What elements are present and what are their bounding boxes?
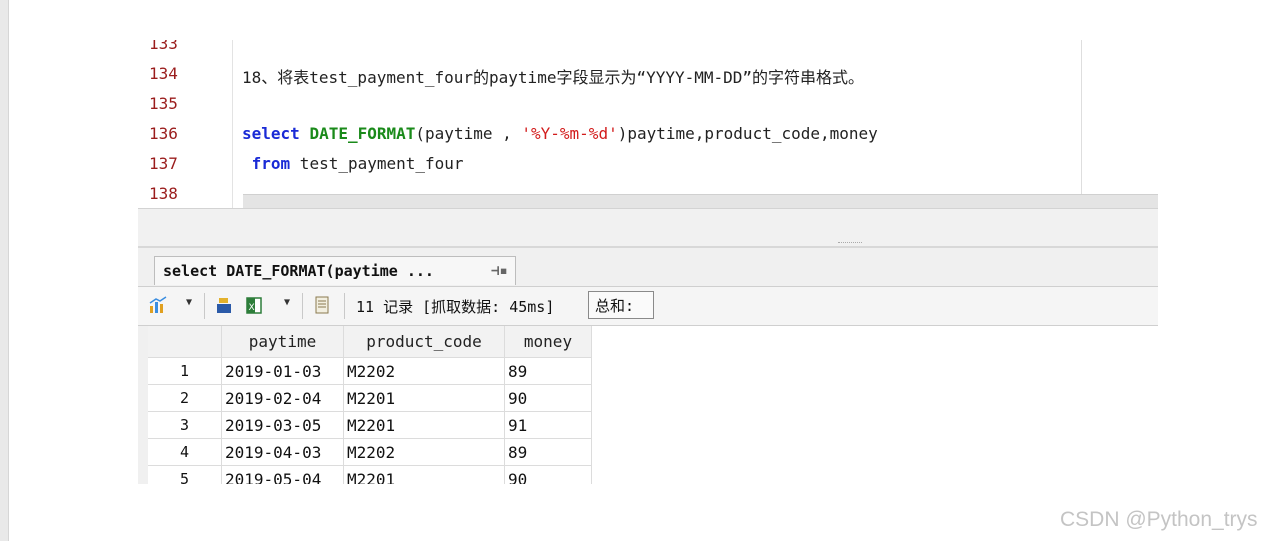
report-icon[interactable] bbox=[312, 295, 332, 315]
table-cell-paytime[interactable]: 2019-05-04 bbox=[222, 466, 344, 484]
column-header-money[interactable]: money bbox=[505, 326, 592, 358]
code-line[interactable]: from test_payment_four bbox=[242, 154, 464, 173]
result-tab[interactable]: select DATE_FORMAT(paytime ... ⊣▪ bbox=[154, 256, 516, 285]
excel-icon[interactable]: X bbox=[244, 295, 264, 315]
row-number[interactable]: 4 bbox=[148, 439, 222, 466]
table-cell-product_code[interactable]: M2202 bbox=[344, 358, 505, 385]
result-panel: select DATE_FORMAT(paytime ... ⊣▪ ▼ X ▼ … bbox=[138, 246, 1158, 484]
export-icon[interactable] bbox=[214, 295, 234, 315]
sql-keyword: select bbox=[242, 124, 300, 143]
row-number[interactable]: 2 bbox=[148, 385, 222, 412]
sum-field: 总和: bbox=[588, 291, 654, 319]
table-cell-money[interactable]: 90 bbox=[505, 466, 592, 484]
sql-keyword: from bbox=[251, 154, 291, 173]
chart-dropdown-icon[interactable]: ▼ bbox=[186, 297, 192, 308]
line-number: 135 bbox=[149, 94, 178, 113]
left-border bbox=[0, 0, 9, 541]
toolbar-separator bbox=[344, 293, 345, 319]
table-cell-money[interactable]: 90 bbox=[505, 385, 592, 412]
column-header-paytime[interactable]: paytime bbox=[222, 326, 344, 358]
pin-icon[interactable]: ⊣▪ bbox=[491, 257, 508, 285]
sql-string: '%Y-%m-%d' bbox=[521, 124, 618, 143]
row-number[interactable]: 1 bbox=[148, 358, 222, 385]
code-line[interactable]: 18、将表test_payment_four的paytime字段显示为“YYYY… bbox=[242, 64, 864, 88]
row-number-header[interactable] bbox=[148, 326, 222, 358]
export-dropdown-icon[interactable]: ▼ bbox=[284, 297, 290, 308]
table-cell-paytime[interactable]: 2019-01-03 bbox=[222, 358, 344, 385]
horizontal-scrollbar[interactable] bbox=[243, 194, 1158, 208]
table-cell-money[interactable]: 89 bbox=[505, 358, 592, 385]
table-cell-paytime[interactable]: 2019-02-04 bbox=[222, 385, 344, 412]
table-cell-money[interactable]: 91 bbox=[505, 412, 592, 439]
line-number: 137 bbox=[149, 154, 178, 173]
line-number: 133 bbox=[149, 40, 178, 53]
table-cell-paytime[interactable]: 2019-04-03 bbox=[222, 439, 344, 466]
code-text: test_payment_four bbox=[290, 154, 464, 173]
result-toolbar: ▼ X ▼ 11 记录 [抓取数据: 45ms] 总和: bbox=[138, 286, 1158, 326]
table-cell-product_code[interactable]: M2202 bbox=[344, 439, 505, 466]
table-cell-product_code[interactable]: M2201 bbox=[344, 385, 505, 412]
splitter[interactable] bbox=[138, 208, 1158, 247]
code-text: )paytime,product_code,money bbox=[617, 124, 878, 143]
table-cell-money[interactable]: 89 bbox=[505, 439, 592, 466]
table-cell-paytime[interactable]: 2019-03-05 bbox=[222, 412, 344, 439]
column-header-product_code[interactable]: product_code bbox=[344, 326, 505, 358]
sql-editor[interactable]: 133 134 135 136 137 138 18、将表test_payment_fou… bbox=[138, 40, 1158, 208]
result-grid[interactable]: paytime product_code money 1 2019-01-03 M2202… bbox=[148, 326, 1158, 484]
splitter-grip-icon[interactable] bbox=[838, 242, 862, 245]
line-number: 134 bbox=[149, 64, 178, 83]
line-number: 136 bbox=[149, 124, 178, 143]
code-text: (paytime , bbox=[415, 124, 522, 143]
table-cell-product_code[interactable]: M2201 bbox=[344, 412, 505, 439]
chart-icon[interactable] bbox=[148, 295, 168, 315]
watermark: CSDN @Python_trys bbox=[1060, 508, 1258, 531]
toolbar-separator bbox=[204, 293, 205, 319]
right-margin-line bbox=[1081, 40, 1082, 208]
line-number-gutter: 133 134 135 136 137 138 bbox=[138, 40, 233, 208]
record-count: 11 记录 [抓取数据: 45ms] bbox=[356, 298, 555, 316]
table-cell-product_code[interactable]: M2201 bbox=[344, 466, 505, 484]
result-tab-label: select DATE_FORMAT(paytime ... bbox=[163, 262, 434, 280]
svg-text:X: X bbox=[249, 303, 255, 313]
line-number: 138 bbox=[149, 184, 178, 203]
code-text: 18、将表test_payment_four的paytime字段显示为“YYYY… bbox=[242, 68, 865, 87]
code-line[interactable]: select DATE_FORMAT(paytime , '%Y-%m-%d')… bbox=[242, 124, 878, 143]
row-number[interactable]: 5 bbox=[148, 466, 222, 484]
row-number[interactable]: 3 bbox=[148, 412, 222, 439]
toolbar-separator bbox=[302, 293, 303, 319]
sql-function: DATE_FORMAT bbox=[309, 124, 416, 143]
